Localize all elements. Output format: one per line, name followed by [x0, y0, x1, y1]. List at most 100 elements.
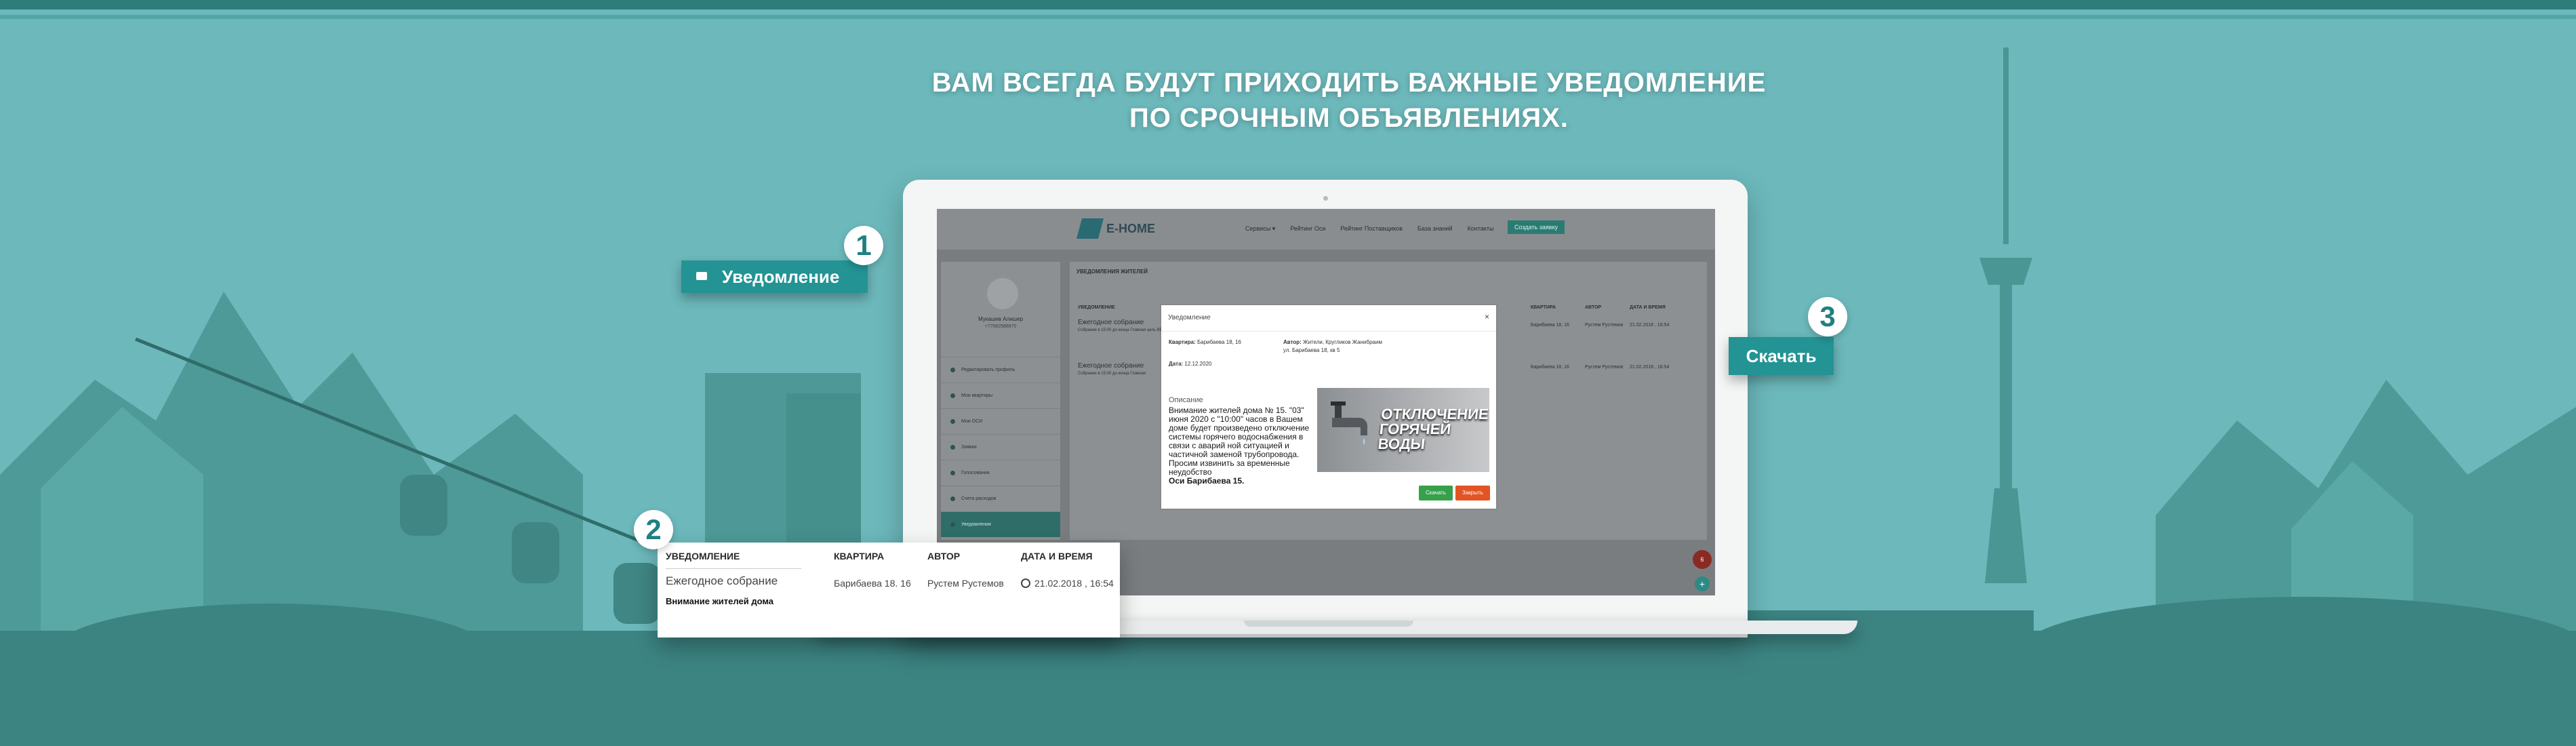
divider: [666, 568, 801, 569]
list-icon: [950, 445, 955, 450]
avatar: [987, 278, 1018, 309]
column-header-apartment: КВАРТИРА: [1531, 305, 1556, 310]
column-header-notification: УВЕДОМЛЕНИЕ: [1078, 305, 1115, 310]
nav-item-knowledge-base[interactable]: База знаний: [1417, 225, 1453, 233]
profile-name: Мукашев Алишер: [978, 316, 1023, 322]
row-subtitle: Собрание в 15:00 до конца Главная цель В…: [1078, 328, 1168, 332]
column-header-author: АВТОР: [1585, 305, 1602, 310]
download-button[interactable]: Скачать: [1419, 486, 1453, 500]
apartment-label: Квартира:: [1169, 339, 1196, 345]
card-title: Ежегодное собрание: [666, 574, 778, 587]
callout-label: Уведомление: [722, 267, 840, 287]
app-logo[interactable]: E-HOME: [1076, 218, 1155, 239]
notification-count-badge[interactable]: 6: [1693, 550, 1712, 569]
envelope-icon: [696, 272, 707, 280]
profile-sidebar: Мукашев Алишер +77082588870 Редактироват…: [941, 262, 1060, 540]
apartment-value: Барибаева 18, 16: [1197, 339, 1241, 345]
card-column-notification: УВЕДОМЛЕНИЕ: [666, 551, 740, 562]
headline-line-2: ПО СРОЧНЫМ ОБЪЯВЛЕНИЯХ.: [1129, 103, 1569, 133]
column-header-date: ДАТА И ВРЕМЯ: [1630, 305, 1666, 310]
modal-apartment: Квартира: Барибаева 18, 16: [1169, 339, 1241, 345]
step-badge-2: 2: [634, 510, 673, 549]
card-date: 21.02.2018 , 16:54: [1021, 578, 1114, 589]
modal-author: Автор: Жители, Кругликов Жанибраим: [1283, 339, 1382, 345]
row-subtitle: Собрание в 15:00 до конца Главная: [1078, 372, 1146, 376]
sidebar-item-label: Уведомления: [961, 522, 991, 527]
sidebar-menu: Редактировать профиль Мои квартиры Мои О…: [941, 357, 1060, 537]
laptop-camera: [1323, 196, 1328, 201]
notification-table-card: УВЕДОМЛЕНИЕ КВАРТИРА АВТОР ДАТА И ВРЕМЯ …: [658, 543, 1120, 637]
wallet-icon: [950, 496, 955, 501]
logo-text: E-HOME: [1106, 221, 1155, 235]
row-title: Ежегодное собрание: [1078, 362, 1144, 370]
modal-description: Описание Внимание жителей дома № 15. "03…: [1169, 396, 1319, 486]
tower: [1979, 47, 2032, 583]
close-icon[interactable]: ×: [1485, 312, 1489, 321]
row-author: Рустем Рустемов: [1585, 323, 1624, 328]
sidebar-item-label: Счета расходов: [961, 496, 997, 501]
sidebar-item-label: Мои ОСИ: [961, 419, 983, 424]
check-icon: [950, 471, 955, 475]
description-signature: Оси Барибаева 15.: [1169, 476, 1245, 486]
sidebar-item-osi[interactable]: Мои ОСИ: [941, 408, 1060, 434]
nav-item-supplier-rating[interactable]: Рейтинг Поставщиков: [1340, 225, 1403, 233]
modal-header: Уведомление ×: [1161, 305, 1496, 332]
step-badge-3: 3: [1808, 297, 1847, 336]
date-value: 12.12.2020: [1184, 361, 1212, 367]
sidebar-item-edit-profile[interactable]: Редактировать профиль: [941, 357, 1060, 382]
nav-item-contacts[interactable]: Контакты: [1468, 225, 1494, 233]
card-author: Рустем Рустемов: [927, 578, 1004, 589]
card-column-apartment: КВАРТИРА: [834, 551, 885, 562]
app-navbar: E-HOME Сервисы ▾ Рейтинг Оси Рейтинг Пос…: [937, 209, 1715, 250]
sidebar-item-label: Редактировать профиль: [961, 368, 1015, 372]
card-column-date: ДАТА И ВРЕМЯ: [1021, 551, 1093, 562]
card-date-text: 21.02.2018 , 16:54: [1034, 578, 1114, 589]
bell-icon: [950, 522, 955, 527]
sidebar-item-requests[interactable]: Заявки: [941, 434, 1060, 460]
create-request-button[interactable]: Создать заявку: [1508, 220, 1565, 234]
nav-item-services[interactable]: Сервисы ▾: [1245, 225, 1275, 233]
row-apartment: Барибаева 18, 16: [1531, 323, 1569, 328]
sidebar-item-label: Заявки: [961, 445, 977, 450]
notification-modal: Уведомление × Квартира: Барибаева 18, 16…: [1161, 305, 1496, 509]
sidebar-item-votes[interactable]: Голосования: [941, 460, 1060, 486]
edit-icon: [950, 368, 955, 372]
card-apartment: Барибаева 18. 16: [834, 578, 911, 589]
row-author: Рустем Рустемов: [1585, 365, 1624, 370]
description-label: Описание: [1169, 396, 1203, 404]
row-date: 21.02.2018 , 16:54: [1630, 365, 1670, 370]
card-column-author: АВТОР: [927, 551, 961, 562]
panel-title: УВЕДОМЛЕНИЯ ЖИТЕЛЕЙ: [1076, 269, 1148, 275]
notification-callout: Уведомление: [681, 260, 868, 293]
row-apartment: Барибаева 18, 16: [1531, 365, 1569, 370]
clock-icon: [1021, 578, 1030, 588]
row-date: 21.02.2018 , 16:54: [1630, 323, 1670, 328]
hot-water-banner-image: ОТКЛЮЧЕНИЕ ГОРЯЧЕЙ ВОДЫ: [1317, 388, 1489, 472]
sidebar-item-label: Голосования: [961, 471, 990, 475]
banner-text: ОТКЛЮЧЕНИЕ ГОРЯЧЕЙ ВОДЫ: [1377, 406, 1489, 452]
close-button[interactable]: Закрыть: [1455, 486, 1490, 500]
nav-item-osi-rating[interactable]: Рейтинг Оси: [1290, 225, 1325, 233]
author-address: ул. Барибаева 18, кв 5: [1283, 347, 1340, 353]
page-headline: ВАМ ВСЕГДА БУДУТ ПРИХОДИТЬ ВАЖНЫЕ УВЕДОМ…: [881, 65, 1817, 136]
add-button[interactable]: +: [1695, 576, 1710, 591]
date-label: Дата:: [1169, 361, 1184, 367]
sidebar-item-label: Мои квартиры: [961, 393, 993, 398]
step-badge-1: 1: [844, 226, 883, 265]
building-icon: [950, 419, 955, 424]
profile-phone: +77082588870: [984, 324, 1017, 329]
card-subtitle: Внимание жителей дома: [666, 596, 774, 606]
modal-date: Дата: 12.12.2020: [1169, 361, 1211, 367]
description-text: Внимание жителей дома № 15. "03" июня 20…: [1169, 406, 1310, 477]
water-tap-icon: [1331, 401, 1367, 445]
sidebar-item-apartments[interactable]: Мои квартиры: [941, 382, 1060, 408]
modal-title: Уведомление: [1168, 314, 1211, 321]
logo-icon: [1076, 218, 1104, 239]
home-icon: [950, 393, 955, 398]
nav-menu: Сервисы ▾ Рейтинг Оси Рейтинг Поставщико…: [1245, 225, 1493, 233]
laptop-notch: [1244, 621, 1413, 627]
sidebar-item-expenses[interactable]: Счета расходов: [941, 486, 1060, 511]
download-callout: Скачать: [1729, 337, 1834, 375]
sidebar-item-notifications[interactable]: Уведомления: [941, 511, 1060, 537]
author-value: Жители, Кругликов Жанибраим: [1303, 339, 1382, 345]
